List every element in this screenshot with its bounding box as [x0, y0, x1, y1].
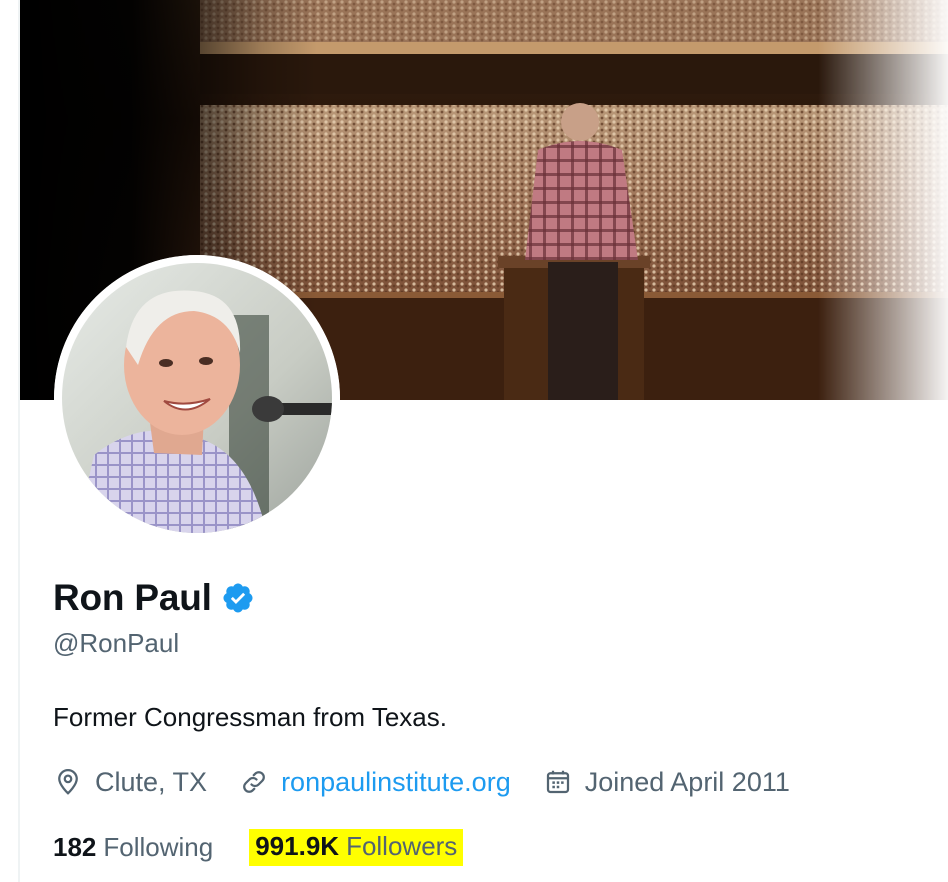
- website-link[interactable]: ronpaulinstitute.org: [281, 767, 511, 798]
- avatar-image: [54, 255, 340, 541]
- website-item[interactable]: ronpaulinstitute.org: [239, 767, 511, 798]
- location-pin-icon: [53, 767, 83, 797]
- following-count: 182: [53, 831, 97, 862]
- display-name: Ron Paul: [53, 577, 212, 618]
- followers-count: 991.9K: [255, 830, 340, 861]
- profile-meta: Clute, TX ronpaulinstitute.org Joined Ap…: [53, 762, 790, 802]
- follow-stats: 182 Following 991.9K Followers: [53, 826, 464, 868]
- profile-page: Ron Paul @RonPaul Former Congressman fro…: [0, 0, 948, 882]
- name-row: Ron Paul: [53, 574, 255, 622]
- verified-badge-icon[interactable]: [221, 581, 255, 615]
- followers-link[interactable]: 991.9K Followers: [249, 828, 464, 866]
- following-link[interactable]: 182 Following: [53, 832, 213, 863]
- location-item: Clute, TX: [53, 767, 207, 798]
- user-handle: @RonPaul: [53, 628, 180, 658]
- joined-item: Joined April 2011: [543, 767, 790, 798]
- profile-bio: Former Congressman from Texas.: [53, 702, 447, 732]
- calendar-icon: [543, 767, 573, 797]
- link-icon: [239, 767, 269, 797]
- joined-text: Joined April 2011: [584, 766, 790, 797]
- following-label: Following: [103, 831, 214, 862]
- location-text: Clute, TX: [95, 766, 208, 797]
- followers-label: Followers: [346, 830, 458, 861]
- profile-avatar[interactable]: [54, 255, 340, 541]
